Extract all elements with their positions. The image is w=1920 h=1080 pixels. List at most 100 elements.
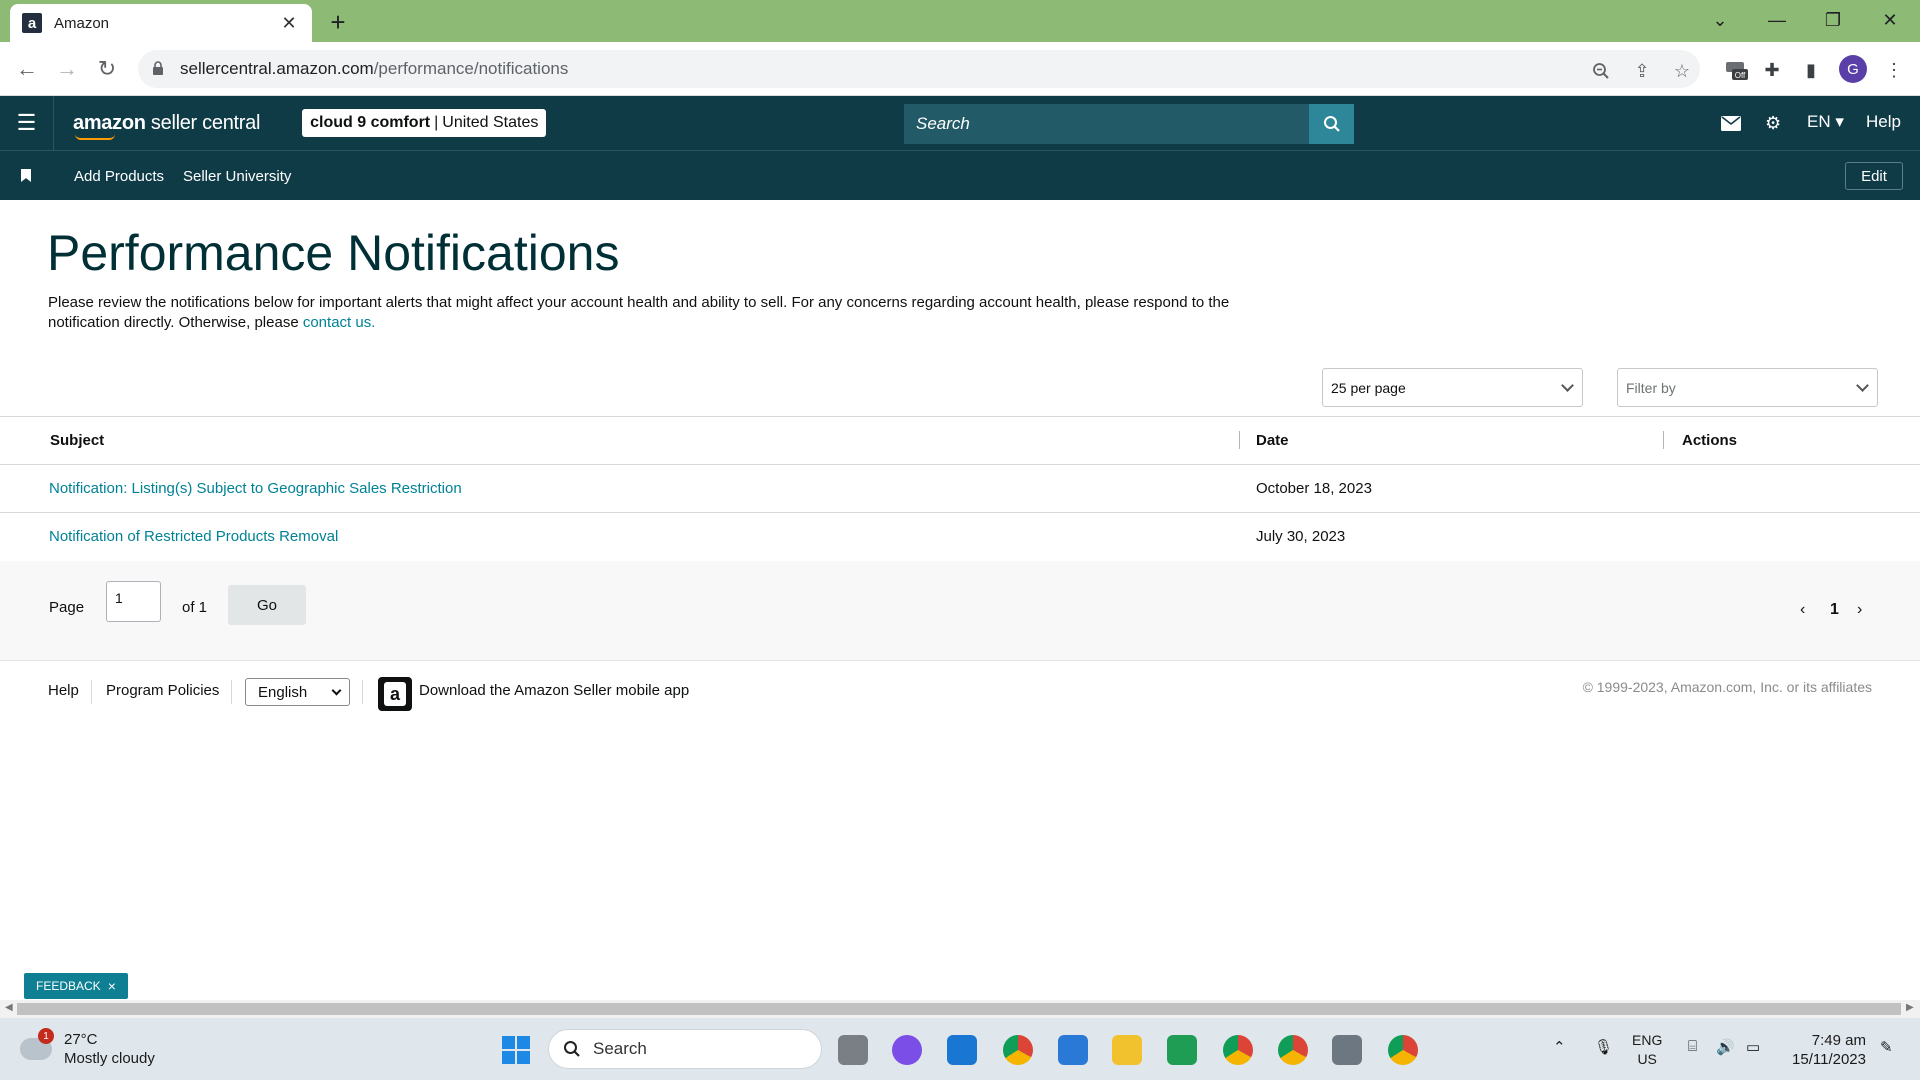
amazon-smile-icon — [75, 134, 115, 140]
footer-divider — [362, 680, 363, 704]
scrollbar-thumb[interactable] — [17, 1003, 1901, 1015]
share-icon[interactable]: ⇪ — [1630, 59, 1654, 83]
current-page-number[interactable]: 1 — [1830, 601, 1839, 619]
footer-help-link[interactable]: Help — [48, 682, 79, 699]
notification-subject-link[interactable]: Notification of Restricted Products Remo… — [49, 528, 338, 545]
windows-start-icon[interactable] — [502, 1036, 530, 1064]
notification-date: July 30, 2023 — [1256, 528, 1346, 545]
previous-page-icon[interactable]: ‹ — [1800, 601, 1805, 619]
column-subject[interactable]: Subject — [50, 432, 104, 449]
page-number-input[interactable]: 1 — [106, 581, 161, 622]
page-description: Please review the notifications below fo… — [48, 294, 1230, 331]
search-button[interactable] — [1309, 104, 1354, 144]
footer-divider — [91, 680, 92, 704]
feedback-close-icon[interactable]: × — [108, 978, 116, 994]
column-divider — [1239, 431, 1240, 449]
amazon-app-icon[interactable]: a — [378, 677, 412, 711]
download-app-link[interactable]: Download the Amazon Seller mobile app — [419, 682, 689, 699]
weather-widget[interactable]: 1 27°C Mostly cloudy — [20, 1028, 155, 1068]
page-footer: Help Program Policies English a Download… — [0, 662, 1920, 722]
table-header: Subject Date Actions — [0, 417, 1920, 465]
mail-icon[interactable] — [1721, 110, 1741, 136]
next-page-icon[interactable]: › — [1857, 601, 1862, 619]
seller-central-logo[interactable]: amazon seller central — [73, 112, 260, 140]
browser-tab[interactable]: a Amazon ✕ — [10, 4, 312, 42]
seller-central-header: ☰ amazon seller central cloud 9 comfort |… — [0, 96, 1920, 150]
bookmark-star-icon[interactable]: ☆ — [1670, 59, 1694, 83]
footer-language-select[interactable]: English — [245, 678, 350, 706]
chrome-profile-icon[interactable] — [1278, 1035, 1308, 1065]
notification-subject-link[interactable]: Notification: Listing(s) Subject to Geog… — [49, 480, 462, 497]
chrome-icon[interactable] — [1003, 1035, 1033, 1065]
notepad-icon[interactable] — [1058, 1035, 1088, 1065]
restore-icon[interactable]: ❐ — [1805, 0, 1861, 40]
column-actions: Actions — [1682, 432, 1738, 449]
contact-us-link[interactable]: contact us. — [303, 314, 376, 331]
tab-search-chevron-icon[interactable]: ⌄ — [1692, 0, 1748, 40]
back-icon[interactable]: ← — [11, 53, 43, 85]
meet-icon[interactable] — [1167, 1035, 1197, 1065]
nav-add-products[interactable]: Add Products — [74, 168, 164, 185]
new-tab-icon[interactable]: + — [322, 6, 354, 38]
store-switcher[interactable]: cloud 9 comfort | United States — [302, 109, 547, 137]
battery-icon[interactable]: ▭ — [1746, 1038, 1760, 1056]
taskbar-search[interactable]: Search — [548, 1029, 822, 1069]
extensions-puzzle-icon[interactable]: ✚ — [1758, 56, 1786, 84]
chevron-down-icon — [1856, 379, 1869, 392]
lock-icon — [152, 61, 168, 77]
side-panel-icon[interactable]: ▮ — [1797, 56, 1825, 84]
file-explorer-icon[interactable] — [1112, 1035, 1142, 1065]
volume-icon[interactable]: 🔊 — [1716, 1038, 1735, 1056]
reload-icon[interactable]: ↻ — [91, 53, 123, 85]
tray-overflow-icon[interactable]: ⌃ — [1553, 1038, 1566, 1056]
scroll-left-icon[interactable]: ◀ — [5, 1002, 13, 1013]
close-window-icon[interactable]: ✕ — [1862, 0, 1918, 40]
go-button[interactable]: Go — [228, 585, 306, 625]
address-bar[interactable]: sellercentral.amazon.com/performance/not… — [138, 50, 1700, 88]
calculator-icon[interactable] — [1332, 1035, 1362, 1065]
column-date[interactable]: Date — [1256, 432, 1289, 449]
minimize-icon[interactable]: — — [1749, 0, 1805, 40]
profile-avatar[interactable]: G — [1839, 55, 1867, 83]
help-link[interactable]: Help — [1866, 112, 1901, 132]
amazon-favicon-icon: a — [22, 13, 42, 33]
tab-close-icon[interactable]: ✕ — [278, 13, 300, 34]
tab-title: Amazon — [54, 14, 110, 32]
notifications-icon[interactable]: ✎ — [1880, 1038, 1893, 1056]
footer-divider — [231, 680, 232, 704]
browser-tab-bar: a Amazon ✕ + ⌄ — ❐ ✕ — [0, 0, 1920, 42]
browser-menu-icon[interactable]: ⋮ — [1880, 56, 1908, 84]
microphone-icon[interactable]: 🎙 — [1594, 1038, 1613, 1056]
edit-button[interactable]: Edit — [1845, 162, 1903, 190]
feedback-button[interactable]: FEEDBACK × — [24, 973, 128, 999]
forward-icon[interactable]: → — [51, 53, 83, 85]
horizontal-scrollbar[interactable]: ◀ ▶ — [0, 1000, 1920, 1018]
filter-select[interactable]: Filter by — [1617, 368, 1878, 407]
search-input[interactable]: Search — [904, 104, 1309, 144]
messenger-icon[interactable] — [892, 1035, 922, 1065]
network-icon[interactable]: ⌸ — [1688, 1038, 1697, 1055]
system-clock[interactable]: 7:49 am 15/11/2023 — [1786, 1031, 1866, 1069]
copyright-text: © 1999-2023, Amazon.com, Inc. or its aff… — [1582, 679, 1872, 695]
url-text: sellercentral.amazon.com/performance/not… — [180, 59, 569, 78]
nav-seller-university[interactable]: Seller University — [183, 168, 291, 185]
language-selector[interactable]: EN ▾ — [1807, 112, 1844, 132]
scroll-right-icon[interactable]: ▶ — [1906, 1002, 1914, 1013]
cloud-icon: 1 — [20, 1028, 54, 1060]
task-view-icon[interactable] — [838, 1035, 868, 1065]
settings-gear-icon[interactable]: ⚙ — [1765, 110, 1781, 136]
input-language[interactable]: ENG US — [1632, 1031, 1662, 1069]
weather-condition: Mostly cloudy — [64, 1050, 155, 1067]
extension-off-icon[interactable]: Off — [1722, 56, 1750, 84]
mail-app-icon[interactable] — [947, 1035, 977, 1065]
chrome-profile-icon[interactable] — [1223, 1035, 1253, 1065]
table-row: Notification: Listing(s) Subject to Geog… — [0, 465, 1920, 513]
bookmark-icon[interactable] — [21, 169, 31, 182]
per-page-select[interactable]: 25 per page — [1322, 368, 1583, 407]
chrome-active-icon[interactable] — [1388, 1035, 1418, 1065]
hamburger-menu-icon[interactable]: ☰ — [0, 96, 54, 150]
zoom-icon[interactable] — [1589, 59, 1613, 83]
search-icon — [1323, 116, 1340, 132]
table-row: Notification of Restricted Products Remo… — [0, 513, 1920, 561]
program-policies-link[interactable]: Program Policies — [106, 682, 219, 699]
